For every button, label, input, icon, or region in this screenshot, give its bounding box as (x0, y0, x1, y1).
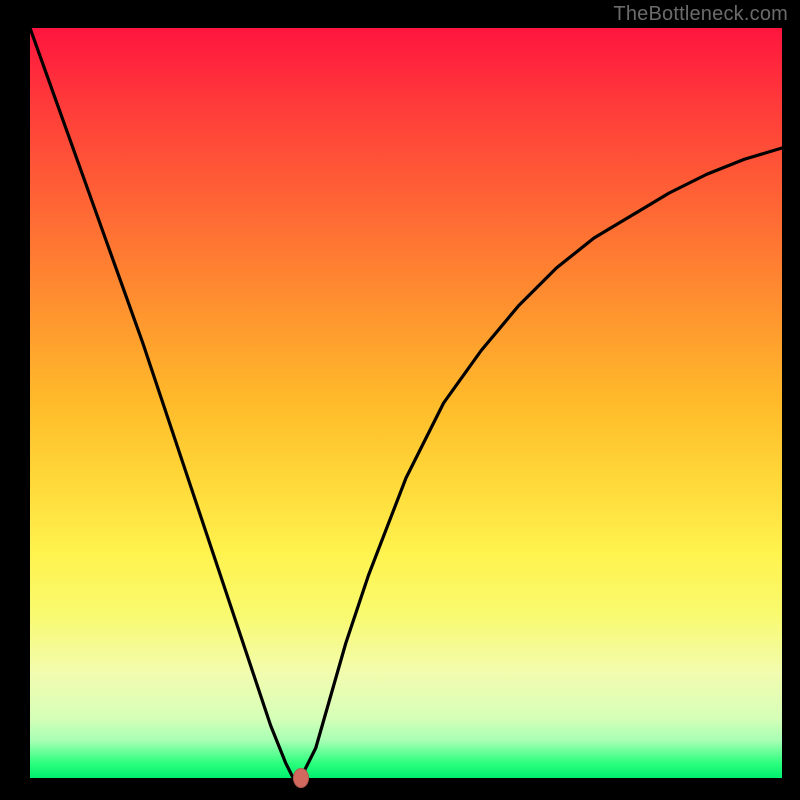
watermark-text: TheBottleneck.com (613, 3, 788, 26)
optimal-point-marker (293, 768, 309, 788)
bottleneck-curve (30, 28, 782, 778)
chart-plot-area (30, 28, 782, 778)
